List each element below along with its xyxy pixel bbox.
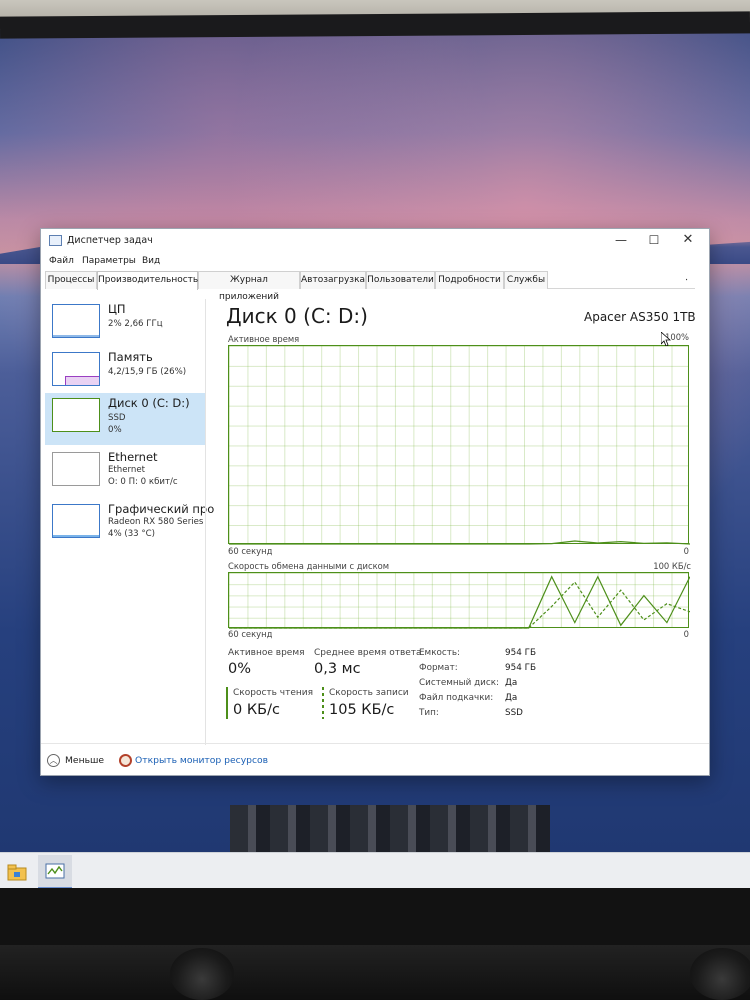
sidebar-item-detail: Ethernet <box>108 465 146 475</box>
transfer-rate-graph <box>228 572 690 629</box>
sidebar-item-detail: 4,2/15,9 ГБ (26%) <box>108 367 187 377</box>
sidebar-item-detail: О: 0 П: 0 кбит/с <box>108 477 178 487</box>
sidebar-item-gpu[interactable]: Графический про Radeon RX 580 Series 4% … <box>45 499 214 551</box>
transfer-rate-graph-label: Скорость обмена данными с диском <box>228 561 390 571</box>
prop-capacity-label: Емкость: <box>419 648 460 658</box>
write-speed-label: Скорость записи <box>329 688 409 698</box>
read-speed-label: Скорость чтения <box>233 688 314 698</box>
task-manager-icon <box>49 235 62 246</box>
prop-system-disk-value: Да <box>505 678 518 688</box>
active-time-graph-label: Активное время <box>228 334 300 344</box>
transfer-rate-chart <box>229 575 690 629</box>
gpu-mini-graph <box>52 504 100 538</box>
transfer-rate-graph-max: 100 КБ/с <box>653 561 691 571</box>
close-button[interactable]: ✕ <box>673 231 703 249</box>
cpu-mini-graph <box>52 304 100 338</box>
avg-response-label: Среднее время ответа <box>314 648 422 658</box>
task-manager-taskbar-button[interactable] <box>38 855 72 889</box>
taskbar <box>0 852 750 890</box>
prop-page-file-label: Файл подкачки: <box>419 693 494 703</box>
active-time-value: 0% <box>228 661 252 677</box>
sidebar-item-label: Диск 0 (C: D:) <box>108 396 190 410</box>
read-speed-legend-line <box>226 687 228 719</box>
prop-system-disk-label: Системный диск: <box>419 678 499 688</box>
active-time-axis-right: 0 <box>683 546 689 556</box>
minimize-button[interactable]: — <box>606 231 636 249</box>
sidebar-item-label: Графический про <box>108 502 215 516</box>
ethernet-mini-graph <box>52 452 100 486</box>
resource-monitor-icon[interactable] <box>119 754 132 767</box>
tabs-scroll-icon[interactable]: ⋅ <box>685 275 688 286</box>
tab-processes[interactable]: Процессы <box>45 271 97 289</box>
photo-scene: Диспетчер задач — ☐ ✕ Файл Параметры Вид… <box>0 0 750 1000</box>
open-resource-monitor-link[interactable]: Открыть монитор ресурсов <box>135 755 268 766</box>
sidebar-item-detail: 2% 2,66 ГГц <box>108 319 163 329</box>
tab-startup[interactable]: Автозагрузка <box>300 271 366 289</box>
sidebar-divider <box>205 299 206 745</box>
prop-format-value: 954 ГБ <box>505 663 536 673</box>
active-time-chart <box>229 540 690 545</box>
tab-services[interactable]: Службы <box>504 271 548 289</box>
transfer-rate-axis-left: 60 секунд <box>228 629 273 639</box>
menu-file[interactable]: Файл <box>49 256 74 266</box>
sidebar-item-ethernet[interactable]: Ethernet Ethernet О: 0 П: 0 кбит/с <box>45 447 205 499</box>
prop-type-label: Тип: <box>419 708 439 718</box>
speaker-left <box>170 948 234 1000</box>
prop-capacity-value: 954 ГБ <box>505 648 536 658</box>
desk <box>0 945 750 1000</box>
sidebar-item-memory[interactable]: Память 4,2/15,9 ГБ (26%) <box>45 347 205 399</box>
page-title: Диск 0 (C: D:) <box>226 304 368 328</box>
sidebar-item-detail: 0% <box>108 425 122 435</box>
sidebar-item-detail: SSD <box>108 413 126 423</box>
menu-options[interactable]: Параметры <box>82 256 136 266</box>
prop-type-value: SSD <box>505 708 523 718</box>
window-footer: ︿ Меньше Открыть монитор ресурсов <box>41 743 709 775</box>
maximize-button[interactable]: ☐ <box>639 231 669 249</box>
task-manager-icon <box>45 863 65 879</box>
prop-format-label: Формат: <box>419 663 458 673</box>
write-rate-line <box>229 581 690 629</box>
sidebar-item-disk[interactable]: Диск 0 (C: D:) SSD 0% <box>45 393 205 445</box>
tab-performance[interactable]: Производительность <box>97 271 198 290</box>
memory-mini-graph <box>52 352 100 386</box>
write-speed-value: 105 КБ/с <box>329 702 395 718</box>
sidebar-item-label: ЦП <box>108 302 126 316</box>
sidebar-item-label: Ethernet <box>108 450 158 464</box>
read-rate-line <box>229 575 690 629</box>
sidebar-item-label: Память <box>108 350 153 364</box>
menu-view[interactable]: Вид <box>142 256 160 266</box>
fewer-details-button[interactable]: Меньше <box>65 755 104 766</box>
task-manager-window: Диспетчер задач — ☐ ✕ Файл Параметры Вид… <box>40 228 710 776</box>
active-time-label: Активное время <box>228 648 305 658</box>
write-speed-legend-line <box>322 687 324 719</box>
window-title: Диспетчер задач <box>67 235 153 246</box>
active-time-axis-left: 60 секунд <box>228 546 273 556</box>
disk-mini-graph <box>52 398 100 432</box>
sidebar-item-detail: Radeon RX 580 Series <box>108 517 204 527</box>
chevron-up-icon[interactable]: ︿ <box>47 754 60 767</box>
read-speed-value: 0 КБ/с <box>233 702 280 718</box>
tab-strip: Процессы Производительность Журнал прило… <box>45 271 695 302</box>
active-time-line <box>229 540 690 545</box>
speaker-right <box>690 948 750 1000</box>
sidebar-item-detail: 4% (33 °C) <box>108 529 156 539</box>
resource-list: ЦП 2% 2,66 ГГц Память 4,2/15,9 ГБ (26%) … <box>45 299 214 745</box>
monitor-bezel-bottom <box>0 888 750 948</box>
title-bar[interactable]: Диспетчер задач — ☐ ✕ <box>41 229 709 251</box>
avg-response-value: 0,3 мс <box>314 661 361 677</box>
tab-details[interactable]: Подробности <box>435 271 504 289</box>
tab-users[interactable]: Пользователи <box>366 271 435 289</box>
sidebar-item-cpu[interactable]: ЦП 2% 2,66 ГГц <box>45 299 205 351</box>
prop-page-file-value: Да <box>505 693 518 703</box>
file-explorer-icon[interactable] <box>4 859 30 885</box>
mouse-cursor-icon <box>661 332 671 346</box>
transfer-rate-axis-right: 0 <box>683 629 689 639</box>
active-time-graph <box>228 345 690 545</box>
disk-model-label: Apacer AS350 1TB <box>584 310 696 324</box>
tab-app-history[interactable]: Журнал приложений <box>198 271 300 302</box>
